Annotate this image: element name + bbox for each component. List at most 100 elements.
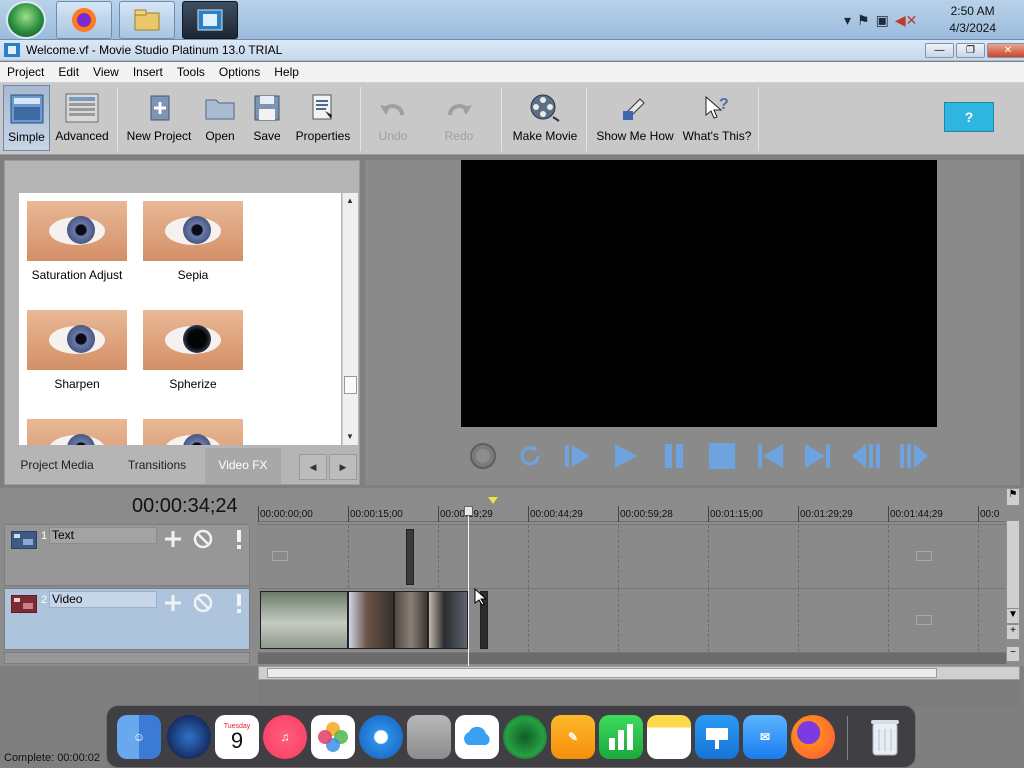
track-mute-button[interactable] (191, 591, 215, 615)
volume-muted-icon[interactable]: ◀✕ (895, 12, 918, 29)
siri-icon[interactable] (167, 715, 211, 759)
tab-transitions[interactable]: Transitions (119, 448, 195, 484)
taskbar-explorer-button[interactable] (119, 1, 175, 39)
maximize-button[interactable]: ❐ (956, 43, 985, 58)
calendar-icon[interactable]: Tuesday 9 (215, 715, 259, 759)
track-header-text[interactable]: 1 Text (4, 524, 250, 586)
video-track-lane[interactable] (258, 588, 1006, 652)
video-clip[interactable] (260, 591, 348, 649)
fx-spherize[interactable]: Spherize (141, 310, 245, 391)
scrollbar-thumb[interactable] (344, 376, 357, 394)
notes-icon[interactable] (647, 715, 691, 759)
close-button[interactable]: ✕ (987, 43, 1024, 58)
scroll-up-icon[interactable]: ▲ (346, 196, 354, 205)
simple-view-button[interactable]: Simple (3, 85, 50, 151)
audio-track-lane-partial[interactable] (258, 652, 1006, 664)
video-clip[interactable] (348, 591, 394, 649)
undo-button[interactable]: Undo (368, 85, 418, 151)
playhead-handle[interactable] (464, 506, 473, 516)
safari-icon[interactable] (359, 715, 403, 759)
loop-button[interactable] (514, 440, 546, 472)
contacts-icon[interactable] (407, 715, 451, 759)
music-icon[interactable]: ♫ (263, 715, 307, 759)
next-frame-button[interactable] (898, 440, 930, 472)
icloud-icon[interactable] (455, 715, 499, 759)
new-project-button[interactable]: New Project (124, 85, 194, 151)
tray-expand-icon[interactable]: ▾ (844, 12, 851, 29)
taskbar-movie-studio-button[interactable] (182, 1, 238, 39)
keynote-icon[interactable] (695, 715, 739, 759)
start-orb-icon[interactable] (6, 1, 46, 39)
video-clip[interactable] (428, 591, 468, 649)
menu-insert[interactable]: Insert (126, 62, 170, 82)
timeline-ruler[interactable]: 00:00:00;00 00:00:15;00 00:00:29;29 00:0… (258, 506, 1008, 522)
track-name-field[interactable]: Text (49, 527, 157, 544)
properties-button[interactable]: Properties (293, 85, 353, 151)
open-button[interactable]: Open (199, 85, 241, 151)
play-button[interactable] (609, 440, 641, 472)
track-name-field[interactable]: Video (49, 591, 157, 608)
text-track-lane[interactable] (258, 524, 1006, 588)
menu-edit[interactable]: Edit (51, 62, 86, 82)
track-mute-button[interactable] (191, 527, 215, 551)
scroll-down-icon[interactable]: ▼ (346, 432, 354, 441)
make-movie-button[interactable]: Make Movie (509, 85, 581, 151)
menu-tools[interactable]: Tools (170, 62, 212, 82)
fx-partial-item[interactable] (25, 419, 129, 445)
fx-sepia[interactable]: Sepia (141, 201, 245, 282)
firefox-icon[interactable] (791, 715, 835, 759)
marker-flag-button[interactable]: ⚑ (1006, 488, 1020, 506)
save-button[interactable]: Save (247, 85, 287, 151)
previous-frame-button[interactable] (850, 440, 882, 472)
finder-icon[interactable]: ☺ (117, 715, 161, 759)
zoom-out-button[interactable]: − (1006, 646, 1020, 662)
fx-saturation-adjust[interactable]: Saturation Adjust (25, 201, 129, 282)
mail-icon[interactable]: ✉ (743, 715, 787, 759)
stop-button[interactable] (706, 440, 738, 472)
scrollbar-thumb[interactable] (267, 668, 937, 678)
go-to-end-button[interactable] (802, 440, 834, 472)
fx-list-scrollbar[interactable]: ▲ ▼ (342, 193, 358, 445)
pages-icon[interactable]: ✎ (551, 715, 595, 759)
timeline-horizontal-scrollbar[interactable] (258, 666, 1020, 680)
system-clock[interactable]: 2:50 AM 4/3/2024 (949, 3, 996, 37)
trash-icon[interactable] (863, 715, 907, 759)
whats-this-button[interactable]: ? What's This? (682, 85, 752, 151)
track-move-button[interactable] (161, 527, 185, 551)
play-from-start-button[interactable] (561, 440, 593, 472)
video-clip[interactable] (394, 591, 428, 649)
tabs-next-button[interactable]: ▶ (329, 454, 357, 480)
minimize-button[interactable]: — (925, 43, 954, 58)
radar-icon[interactable] (503, 715, 547, 759)
track-header-music-partial[interactable] (4, 652, 250, 664)
menu-options[interactable]: Options (212, 62, 267, 82)
tabs-prev-button[interactable]: ◀ (299, 454, 327, 480)
show-me-how-button[interactable]: Show Me How (593, 85, 677, 151)
text-clip[interactable] (406, 529, 414, 585)
playhead[interactable] (468, 508, 469, 666)
track-header-video[interactable]: 2 Video (4, 588, 250, 650)
fx-sharpen[interactable]: Sharpen (25, 310, 129, 391)
track-solo-button[interactable] (227, 527, 251, 551)
timeline-vertical-scrollbar[interactable] (1006, 520, 1020, 610)
pause-button[interactable] (658, 440, 690, 472)
network-icon[interactable]: ▣ (876, 12, 889, 29)
track-move-button[interactable] (161, 591, 185, 615)
action-center-flag-icon[interactable]: ⚑ (857, 12, 870, 29)
tab-project-media[interactable]: Project Media (11, 448, 103, 484)
advanced-view-button[interactable]: Advanced (53, 85, 111, 151)
zoom-in-button[interactable]: + (1006, 624, 1020, 640)
numbers-icon[interactable] (599, 715, 643, 759)
go-to-start-button[interactable] (754, 440, 786, 472)
menu-view[interactable]: View (86, 62, 126, 82)
scroll-down-button[interactable]: ▼ (1006, 608, 1020, 624)
help-bubble-button[interactable]: ? (944, 102, 994, 132)
track-solo-button[interactable] (227, 591, 251, 615)
photos-icon[interactable] (311, 715, 355, 759)
menu-help[interactable]: Help (267, 62, 306, 82)
fx-partial-item[interactable] (141, 419, 245, 445)
marker-icon[interactable] (488, 497, 498, 504)
menu-project[interactable]: Project (0, 62, 51, 82)
record-button[interactable] (467, 440, 499, 472)
taskbar-firefox-button[interactable] (56, 1, 112, 39)
